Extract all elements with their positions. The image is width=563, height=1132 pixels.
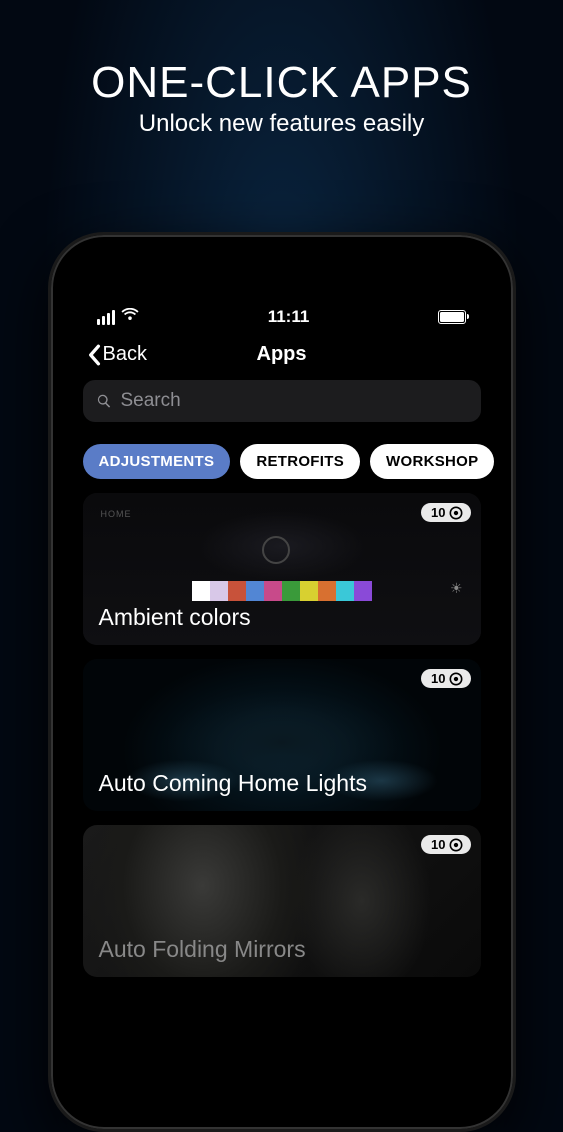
credits-badge: 10 — [421, 669, 470, 688]
credits-badge: 10 — [421, 835, 470, 854]
card-title: Ambient colors — [99, 604, 251, 631]
credits-badge: 10 — [421, 503, 470, 522]
back-button[interactable]: Back — [87, 343, 147, 366]
promo-header: ONE-CLICK APPS Unlock new features easil… — [0, 0, 563, 138]
card-title: Auto Coming Home Lights — [99, 770, 367, 797]
brightness-icon: ☀ — [450, 580, 463, 597]
status-time: 11:11 — [268, 307, 310, 327]
tab-retrofits[interactable]: RETROFITS — [240, 444, 360, 479]
credits-icon — [449, 838, 463, 852]
battery-icon — [438, 310, 466, 324]
back-label: Back — [103, 343, 147, 366]
status-bar: 11:11 — [83, 307, 481, 335]
badge-value: 10 — [431, 837, 445, 852]
app-card-coming-home-lights[interactable]: 10 Auto Coming Home Lights — [83, 659, 481, 811]
nav-title: Apps — [257, 343, 307, 366]
card-title: Auto Folding Mirrors — [99, 936, 306, 963]
promo-subtitle: Unlock new features easily — [0, 110, 563, 138]
phone-frame: 11:11 Back Apps Search ADJUSTMENTS RETRO… — [48, 232, 516, 1132]
credits-icon — [449, 672, 463, 686]
app-card-folding-mirrors[interactable]: 10 Auto Folding Mirrors — [83, 825, 481, 977]
tab-workshop[interactable]: WORKSHOP — [370, 444, 494, 479]
badge-value: 10 — [431, 505, 445, 520]
cellular-signal-icon — [97, 310, 115, 325]
search-input[interactable]: Search — [83, 380, 481, 422]
wifi-icon — [121, 307, 139, 327]
status-right — [438, 310, 466, 324]
status-left — [97, 307, 139, 327]
color-palette — [192, 581, 372, 601]
tab-adjustments[interactable]: ADJUSTMENTS — [83, 444, 231, 479]
search-placeholder: Search — [121, 390, 181, 412]
credits-icon — [449, 506, 463, 520]
app-card-ambient-colors[interactable]: ☀ 10 Ambient colors — [83, 493, 481, 645]
badge-value: 10 — [431, 671, 445, 686]
navigation-bar: Back Apps — [83, 335, 481, 380]
search-icon — [95, 392, 113, 410]
promo-title: ONE-CLICK APPS — [0, 58, 563, 108]
phone-screen: 11:11 Back Apps Search ADJUSTMENTS RETRO… — [65, 249, 499, 1115]
filter-tabs: ADJUSTMENTS RETROFITS WORKSHOP — [83, 444, 481, 479]
